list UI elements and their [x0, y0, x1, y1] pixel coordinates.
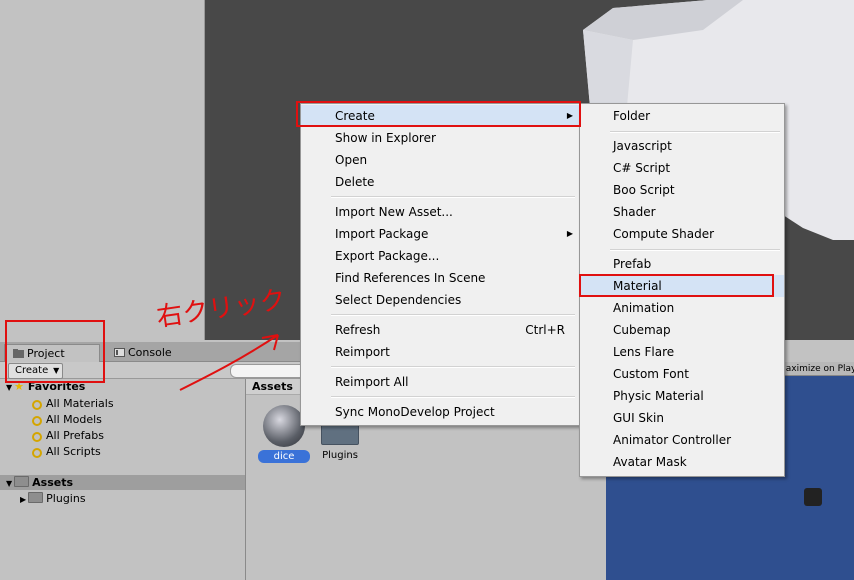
expand-triangle-icon[interactable]: ▼	[6, 383, 12, 392]
menu-item-label: Import New Asset...	[335, 205, 453, 219]
maximize-on-play-toggle[interactable]: Maximize on Play	[778, 364, 854, 374]
menu-item-refresh[interactable]: Refresh Ctrl+R	[301, 319, 579, 341]
menu-item-label: Show in Explorer	[335, 131, 436, 145]
folder-icon	[14, 476, 30, 487]
menu-item-label: Physic Material	[613, 389, 704, 403]
menu-item-label: Sync MonoDevelop Project	[335, 405, 495, 419]
menu-item-label: Folder	[613, 109, 651, 123]
menu-item-export-package[interactable]: Export Package...	[301, 245, 579, 267]
console-icon	[114, 348, 125, 357]
menu-item-reimport[interactable]: Reimport	[301, 341, 579, 363]
menu-separator	[331, 396, 575, 398]
menu-item-select-dependencies[interactable]: Select Dependencies	[301, 289, 579, 311]
search-icon	[32, 400, 42, 410]
menu-item-open[interactable]: Open	[301, 149, 579, 171]
menu-item-show-in-explorer[interactable]: Show in Explorer	[301, 127, 579, 149]
highlight-box-project-tab	[5, 320, 105, 383]
menu-item-import-package[interactable]: Import Package ▶	[301, 223, 579, 245]
favorite-label: All Materials	[46, 397, 114, 410]
favorite-label: All Prefabs	[46, 429, 104, 442]
submenu-item-gui-skin[interactable]: GUI Skin	[580, 407, 784, 429]
menu-item-label: Boo Script	[613, 183, 675, 197]
favorite-item[interactable]: All Prefabs	[32, 428, 104, 443]
highlight-box-create	[296, 101, 581, 127]
expand-triangle-icon[interactable]: ▼	[6, 479, 12, 488]
folder-tree: ▼ ★ Favorites All Materials All Models Al…	[0, 379, 246, 580]
menu-item-label: Avatar Mask	[613, 455, 687, 469]
menu-item-label: Animation	[613, 301, 675, 315]
menu-separator	[610, 249, 780, 251]
menu-item-label: Reimport All	[335, 375, 409, 389]
submenu-item-csharp-script[interactable]: C# Script	[580, 157, 784, 179]
submenu-item-prefab[interactable]: Prefab	[580, 253, 784, 275]
shortcut-label: Ctrl+R	[525, 323, 565, 337]
menu-separator	[331, 366, 575, 368]
assets-folder-row[interactable]: ▼ Assets	[0, 475, 245, 490]
submenu-item-physic-material[interactable]: Physic Material	[580, 385, 784, 407]
menu-item-import-new-asset[interactable]: Import New Asset...	[301, 201, 579, 223]
menu-separator	[331, 196, 575, 198]
menu-item-label: Export Package...	[335, 249, 440, 263]
collapse-triangle-icon[interactable]: ▶	[20, 495, 26, 504]
submenu-arrow-icon: ▶	[566, 229, 573, 238]
submenu-item-animator-controller[interactable]: Animator Controller	[580, 429, 784, 451]
favorite-label: All Models	[46, 413, 102, 426]
menu-item-label: Import Package	[335, 227, 429, 241]
submenu-item-javascript[interactable]: Javascript	[580, 135, 784, 157]
menu-item-label: Find References In Scene	[335, 271, 486, 285]
menu-item-label: Select Dependencies	[335, 293, 462, 307]
search-icon	[32, 448, 42, 458]
search-icon	[32, 432, 42, 442]
menu-item-sync-monodevelop[interactable]: Sync MonoDevelop Project	[301, 401, 579, 423]
menu-item-reimport-all[interactable]: Reimport All	[301, 371, 579, 393]
submenu-item-folder[interactable]: Folder	[580, 105, 784, 127]
folder-icon	[28, 492, 44, 503]
favorite-item[interactable]: All Models	[32, 412, 102, 427]
assets-title: Assets	[32, 476, 74, 489]
menu-separator	[610, 131, 780, 133]
menu-item-label: Compute Shader	[613, 227, 715, 241]
favorite-label: All Scripts	[46, 445, 101, 458]
menu-item-label: Delete	[335, 175, 375, 189]
search-icon	[32, 416, 42, 426]
plugins-label: Plugins	[46, 492, 86, 505]
menu-item-find-references[interactable]: Find References In Scene	[301, 267, 579, 289]
submenu-item-compute-shader[interactable]: Compute Shader	[580, 223, 784, 245]
tab-label: Console	[128, 346, 172, 359]
material-sphere-icon	[263, 405, 305, 447]
menu-item-label: Reimport	[335, 345, 390, 359]
submenu-item-animation[interactable]: Animation	[580, 297, 784, 319]
game-object	[804, 488, 822, 506]
menu-separator	[331, 314, 575, 316]
menu-item-label: Animator Controller	[613, 433, 732, 447]
tab-console[interactable]: Console	[106, 344, 194, 361]
menu-item-label: Custom Font	[613, 367, 689, 381]
highlight-box-material	[579, 274, 774, 297]
menu-item-label: GUI Skin	[613, 411, 664, 425]
menu-item-label: Lens Flare	[613, 345, 675, 359]
menu-item-label: Refresh	[335, 323, 381, 337]
submenu-item-shader[interactable]: Shader	[580, 201, 784, 223]
plugins-folder-row[interactable]: ▶ Plugins	[20, 491, 86, 506]
menu-item-label: C# Script	[613, 161, 671, 175]
hierarchy-panel	[0, 0, 205, 340]
menu-item-delete[interactable]: Delete	[301, 171, 579, 193]
submenu-item-custom-font[interactable]: Custom Font	[580, 363, 784, 385]
submenu-item-boo-script[interactable]: Boo Script	[580, 179, 784, 201]
menu-item-label: Javascript	[613, 139, 672, 153]
submenu-item-avatar-mask[interactable]: Avatar Mask	[580, 451, 784, 473]
context-menu: Create ▶ Show in Explorer Open Delete Imp…	[300, 103, 580, 426]
menu-item-label: Prefab	[613, 257, 652, 271]
favorite-item[interactable]: All Scripts	[32, 444, 101, 459]
asset-label: Plugins	[322, 450, 358, 461]
menu-item-label: Cubemap	[613, 323, 671, 337]
menu-item-label: Open	[335, 153, 368, 167]
favorite-item[interactable]: All Materials	[32, 396, 114, 411]
submenu-item-lens-flare[interactable]: Lens Flare	[580, 341, 784, 363]
asset-label: dice	[258, 450, 310, 463]
submenu-item-cubemap[interactable]: Cubemap	[580, 319, 784, 341]
menu-item-label: Shader	[613, 205, 656, 219]
